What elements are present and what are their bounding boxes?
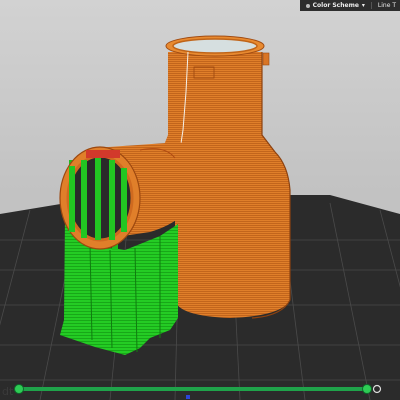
slider-position-marker — [186, 395, 190, 399]
toolbar-divider — [370, 2, 372, 9]
chevron-down-icon: ▾ — [361, 2, 365, 9]
color-scheme-label: Color Scheme — [312, 2, 359, 9]
layer-settings-icon[interactable] — [372, 384, 382, 394]
slider-track — [14, 387, 370, 391]
svg-text:dt: dt — [2, 385, 14, 398]
line-type-label: Line T — [377, 2, 396, 9]
3d-viewport[interactable]: dt Color Scheme ▾ Line T — [0, 0, 400, 400]
line-type-dropdown[interactable]: Line T — [378, 2, 396, 9]
layer-range-slider[interactable] — [14, 384, 372, 394]
color-scheme-icon — [305, 3, 310, 8]
slider-end-handle[interactable] — [362, 384, 372, 394]
view-toolbar: Color Scheme ▾ Line T — [299, 0, 400, 11]
slider-start-handle[interactable] — [14, 384, 24, 394]
color-scheme-dropdown[interactable]: Color Scheme ▾ — [305, 2, 365, 9]
sliced-model-scene: dt — [0, 35, 400, 400]
